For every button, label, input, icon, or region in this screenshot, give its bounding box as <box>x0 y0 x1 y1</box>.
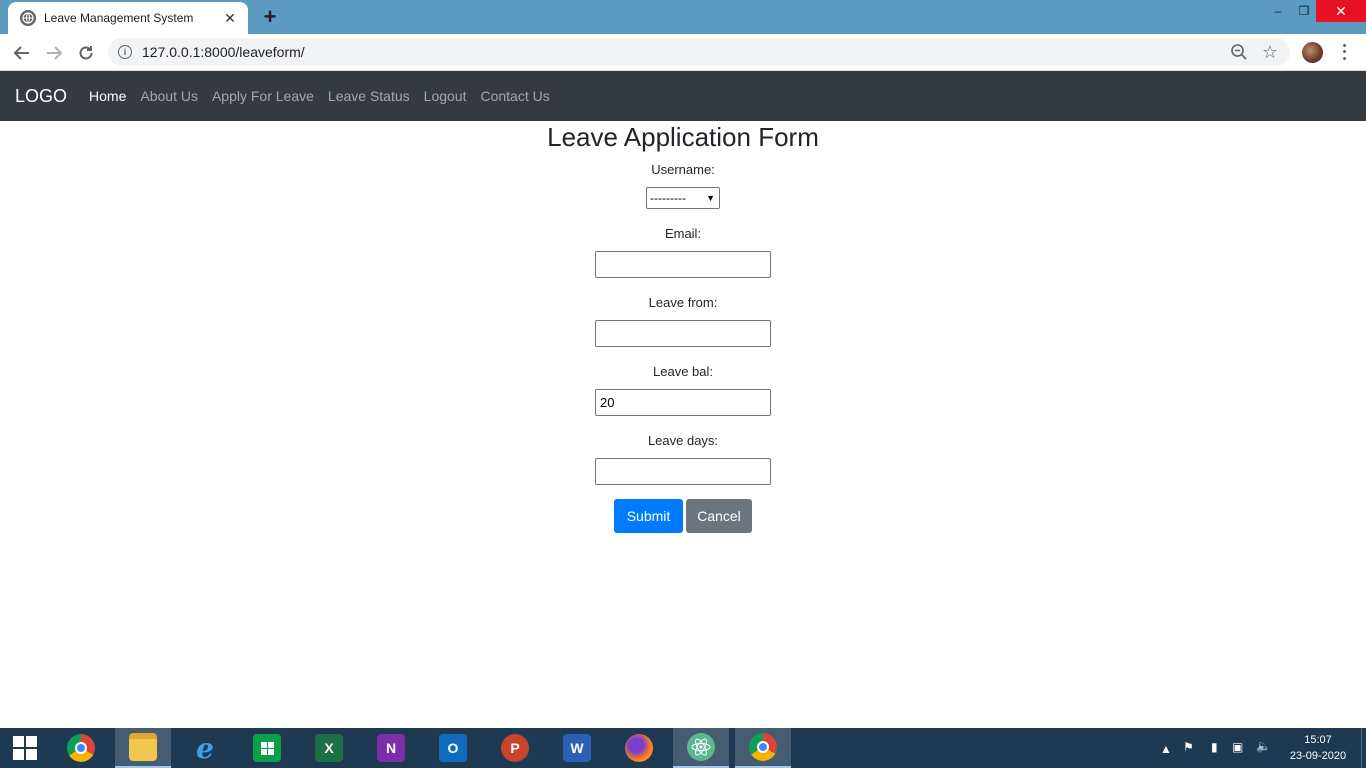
globe-icon <box>20 10 36 26</box>
page-title: Leave Application Form <box>547 122 819 152</box>
submit-button[interactable]: Submit <box>614 499 683 533</box>
username-selected-value: --------- <box>650 191 686 205</box>
taskbar-powerpoint[interactable]: P <box>487 728 543 768</box>
chrome-icon <box>67 734 95 762</box>
forward-arrow-icon[interactable] <box>42 41 66 65</box>
nav-home[interactable]: Home <box>89 88 126 104</box>
leave-bal-field[interactable]: 20 <box>595 389 771 416</box>
network-icon[interactable]: ▣ <box>1232 740 1243 754</box>
chevron-down-icon: ▼ <box>706 193 715 203</box>
reload-icon[interactable] <box>74 41 98 65</box>
taskbar-chrome[interactable] <box>53 728 109 768</box>
clock-date[interactable]: 23-09-2020 <box>1280 750 1356 762</box>
taskbar-excel[interactable]: X <box>301 728 357 768</box>
leave-from-field[interactable] <box>595 320 771 347</box>
folder-icon <box>129 733 157 761</box>
address-bar[interactable]: i 127.0.0.1:8000/leaveform/ ☆ <box>108 38 1290 66</box>
store-icon <box>253 734 281 762</box>
tab-title: Leave Management System <box>44 11 194 25</box>
browser-menu-icon[interactable] <box>1336 42 1352 62</box>
new-tab-button[interactable]: + <box>258 4 282 29</box>
taskbar-store[interactable] <box>239 728 295 768</box>
minimize-button[interactable]: – <box>1264 0 1292 22</box>
leave-from-label: Leave from: <box>648 295 718 310</box>
word-icon: W <box>563 734 591 762</box>
email-field[interactable] <box>595 251 771 278</box>
onenote-icon: N <box>377 734 405 762</box>
close-tab-icon[interactable]: ✕ <box>222 10 238 26</box>
taskbar-onenote[interactable]: N <box>363 728 419 768</box>
site-navbar: LOGO Home About Us Apply For Leave Leave… <box>0 71 1366 121</box>
leave-bal-label: Leave bal: <box>653 364 713 379</box>
excel-icon: X <box>315 734 343 762</box>
taskbar-file-explorer[interactable] <box>115 728 171 768</box>
email-label: Email: <box>664 226 702 241</box>
nav-contact-us[interactable]: Contact Us <box>480 88 549 104</box>
cancel-button[interactable]: Cancel <box>686 499 752 533</box>
atom-icon <box>687 733 715 761</box>
taskbar-internet-explorer[interactable]: e <box>177 728 233 768</box>
clock-time[interactable]: 15:07 <box>1280 734 1356 746</box>
chrome-profile-icon <box>749 733 777 761</box>
show-desktop-button[interactable] <box>1361 728 1366 768</box>
zoom-icon[interactable] <box>1230 43 1248 61</box>
taskbar-atom[interactable] <box>673 728 729 768</box>
username-label: Username: <box>651 162 715 177</box>
url-text: 127.0.0.1:8000/leaveform/ <box>142 44 305 60</box>
nav-leave-status[interactable]: Leave Status <box>328 88 410 104</box>
taskbar-firefox[interactable] <box>611 728 667 768</box>
browser-tabstrip: Leave Management System ✕ + – ❐ ✕ <box>0 0 1366 34</box>
profile-avatar[interactable] <box>1302 42 1323 63</box>
firefox-icon <box>625 734 653 762</box>
nav-logout[interactable]: Logout <box>424 88 467 104</box>
start-button[interactable] <box>0 728 50 768</box>
bookmark-star-icon[interactable]: ☆ <box>1260 42 1280 62</box>
logo[interactable]: LOGO <box>15 86 67 107</box>
taskbar-chrome-active[interactable] <box>735 728 791 768</box>
info-icon[interactable]: i <box>118 45 132 59</box>
internet-explorer-icon: e <box>196 731 214 765</box>
nav-about-us[interactable]: About Us <box>140 88 198 104</box>
powerpoint-icon: P <box>501 734 529 762</box>
action-center-flag-icon[interactable]: ⚑ <box>1183 740 1194 754</box>
back-arrow-icon[interactable] <box>10 41 34 65</box>
leave-days-field[interactable] <box>595 458 771 485</box>
nav-apply-for-leave[interactable]: Apply For Leave <box>212 88 314 104</box>
windows-taskbar: e X N O P W ▲ ⚑ ▮ ▣ 🔈 15:07 23-09-2020 <box>0 728 1366 768</box>
leave-days-label: Leave days: <box>647 433 719 448</box>
username-select[interactable]: --------- ▼ <box>646 187 720 209</box>
outlook-icon: O <box>439 734 467 762</box>
close-window-button[interactable]: ✕ <box>1316 0 1366 22</box>
windows-logo-icon <box>13 736 37 760</box>
volume-icon[interactable]: 🔈 <box>1256 739 1271 753</box>
restore-button[interactable]: ❐ <box>1292 0 1316 22</box>
battery-icon[interactable]: ▮ <box>1211 740 1218 754</box>
browser-toolbar: i 127.0.0.1:8000/leaveform/ ☆ <box>0 34 1366 71</box>
taskbar-outlook[interactable]: O <box>425 728 481 768</box>
show-hidden-icons-icon[interactable]: ▲ <box>1160 742 1172 756</box>
taskbar-word[interactable]: W <box>549 728 605 768</box>
browser-tab[interactable]: Leave Management System ✕ <box>8 2 248 34</box>
